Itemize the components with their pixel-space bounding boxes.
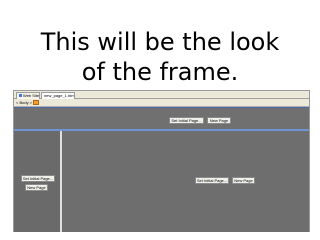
- main-set-initial-page-button[interactable]: Set Initial Page...: [195, 177, 229, 184]
- slide-title-line-1: This will be the look: [40, 28, 280, 56]
- tab-new-page[interactable]: new_page_1.htm: [41, 92, 75, 99]
- top-frame[interactable]: Set Initial Page... New Page: [14, 107, 309, 131]
- frame-editor-screenshot: Web Site new_page_1.htm < Body > Set Ini…: [13, 90, 310, 232]
- document-tab-bar: Web Site new_page_1.htm: [14, 91, 309, 99]
- top-set-initial-page-button[interactable]: Set Initial Page...: [169, 117, 204, 124]
- slide-title-line-2: of the frame.: [81, 58, 239, 86]
- orange-tool-icon[interactable]: [33, 100, 39, 105]
- body-tag-selector[interactable]: < Body >: [16, 100, 32, 105]
- left-set-initial-page-button[interactable]: Set Initial Page...: [21, 175, 55, 182]
- main-frame[interactable]: Set Initial Page... New Page: [62, 131, 309, 232]
- web-site-icon: [19, 94, 22, 98]
- tab-web-site-label: Web Site: [23, 93, 40, 98]
- top-new-page-button[interactable]: New Page: [207, 117, 231, 124]
- left-new-page-button[interactable]: New Page: [25, 184, 48, 191]
- editor-toolbar: < Body >: [14, 99, 309, 107]
- tab-web-site[interactable]: Web Site: [16, 92, 40, 99]
- left-frame[interactable]: Set Initial Page... New Page: [14, 131, 62, 232]
- main-new-page-button[interactable]: New Page: [232, 177, 255, 184]
- tab-new-page-label: new_page_1.htm: [44, 93, 75, 98]
- slide-title: This will be the look of the frame.: [0, 27, 320, 87]
